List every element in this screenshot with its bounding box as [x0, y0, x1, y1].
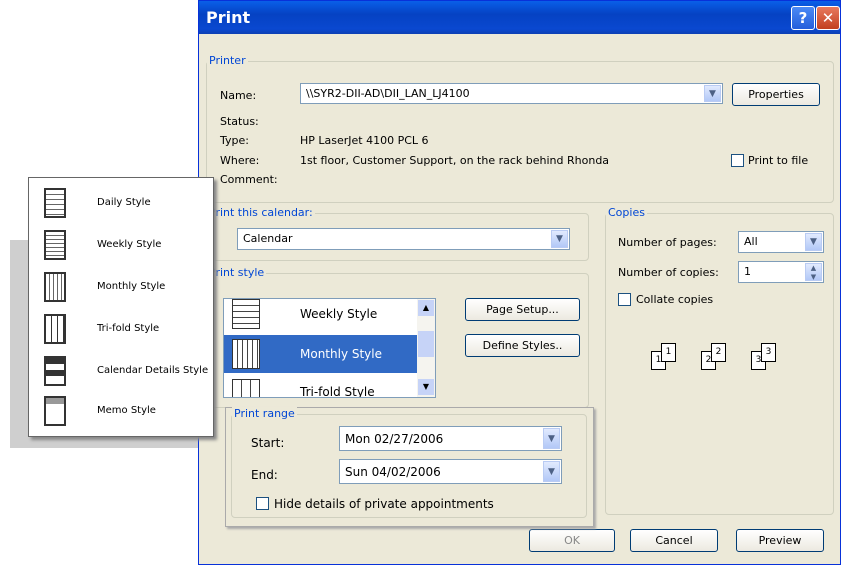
list-item-selected[interactable]: Monthly Style: [224, 335, 417, 373]
chevron-down-icon[interactable]: ▼: [551, 230, 568, 248]
chevron-down-icon[interactable]: ▼: [543, 461, 560, 482]
properties-button[interactable]: Properties: [732, 83, 820, 106]
close-icon[interactable]: ✕: [816, 6, 840, 30]
daily-style-icon: [44, 188, 66, 218]
define-styles-button[interactable]: Define Styles..: [465, 334, 580, 357]
end-label: End:: [251, 468, 278, 482]
calendar-select[interactable]: Calendar ▼: [237, 228, 570, 250]
start-label: Start:: [251, 436, 285, 450]
collate-copies-icon: 1 1 2 2 3 3: [651, 339, 791, 371]
printer-name-select[interactable]: \\SYR2-DII-AD\DII_LAN_LJ4100 ▼: [300, 83, 723, 104]
print-styles-panel: Daily Style Weekly Style Monthly Style T…: [28, 177, 214, 437]
trifold-style-icon: [44, 314, 66, 344]
chevron-down-icon[interactable]: ▼: [805, 233, 822, 251]
print-to-file-label[interactable]: Print to file: [748, 154, 808, 167]
monthly-style-icon: [232, 339, 260, 369]
style-item-daily: Daily Style: [29, 184, 213, 224]
start-date-value: Mon 02/27/2006: [345, 432, 444, 446]
hide-private-checkbox[interactable]: [256, 497, 269, 510]
calendar-value: Calendar: [243, 232, 293, 245]
page-icon: 3: [761, 343, 776, 362]
style-item-monthly: Monthly Style: [29, 268, 213, 308]
trifold-style-icon: [232, 379, 260, 397]
chevron-up-icon[interactable]: ▲: [418, 300, 434, 316]
copies-value: 1: [744, 265, 751, 278]
weekly-style-icon: [232, 299, 260, 329]
style-item-trifold: Tri-fold Style: [29, 310, 213, 350]
style-label: Memo Style: [97, 405, 156, 416]
ok-button[interactable]: OK: [529, 529, 615, 552]
pages-select[interactable]: All ▼: [738, 231, 824, 253]
copies-group: Copies Number of pages: All ▼ Number of …: [605, 206, 834, 515]
list-item[interactable]: Tri-fold Style: [224, 375, 417, 398]
comment-label: Comment:: [220, 173, 278, 186]
chevron-down-icon[interactable]: ▼: [704, 85, 721, 102]
style-label: Daily Style: [97, 197, 151, 208]
list-item-label: Weekly Style: [300, 307, 378, 321]
calendar-legend: Print this calendar:: [207, 206, 315, 219]
print-range-panel: Print range Start: Mon 02/27/2006 ▼ End:…: [225, 407, 594, 527]
weekly-style-icon: [44, 230, 66, 260]
collate-checkbox[interactable]: [618, 293, 631, 306]
printer-name-value: \\SYR2-DII-AD\DII_LAN_LJ4100: [306, 87, 470, 100]
where-value: 1st floor, Customer Support, on the rack…: [300, 154, 610, 167]
printer-group: Printer Name: \\SYR2-DII-AD\DII_LAN_LJ41…: [206, 54, 834, 203]
list-item-label: Tri-fold Style: [300, 385, 375, 398]
dialog-title: Print: [206, 8, 251, 27]
print-style-listbox[interactable]: Weekly Style Monthly Style Tri-fold Styl…: [223, 298, 436, 398]
title-bar[interactable]: Print ? ✕: [199, 1, 840, 34]
copies-label: Number of copies:: [618, 266, 719, 279]
style-label: Monthly Style: [97, 281, 166, 292]
style-item-calendar-details: Calendar Details Style: [29, 352, 213, 392]
end-date-select[interactable]: Sun 04/02/2006 ▼: [339, 459, 562, 484]
pages-label: Number of pages:: [618, 236, 717, 249]
style-item-weekly: Weekly Style: [29, 226, 213, 266]
listbox-scrollbar[interactable]: ▲ ▼: [417, 299, 435, 397]
copies-stepper[interactable]: 1 ▲ ▼: [738, 261, 824, 283]
scrollbar-thumb[interactable]: [418, 331, 434, 357]
preview-button[interactable]: Preview: [736, 529, 824, 552]
copies-legend: Copies: [606, 206, 647, 219]
calendar-details-style-icon: [44, 356, 66, 386]
type-value: HP LaserJet 4100 PCL 6: [300, 134, 429, 147]
memo-style-icon: [44, 396, 66, 426]
page-setup-button[interactable]: Page Setup...: [465, 298, 580, 321]
print-style-legend: Print style: [207, 266, 267, 279]
print-range-group: Print range Start: Mon 02/27/2006 ▼ End:…: [231, 407, 587, 518]
monthly-style-icon: [44, 272, 66, 302]
calendar-group: Print this calendar: Calendar ▼: [206, 206, 589, 261]
end-date-value: Sun 04/02/2006: [345, 465, 441, 479]
style-label: Tri-fold Style: [97, 323, 160, 334]
page-icon: 2: [711, 343, 726, 362]
type-label: Type:: [220, 134, 249, 147]
status-label: Status:: [220, 115, 259, 128]
chevron-down-icon[interactable]: ▼: [418, 379, 434, 395]
hide-private-label[interactable]: Hide details of private appointments: [274, 497, 494, 511]
list-item-label: Monthly Style: [300, 347, 383, 361]
list-item[interactable]: Weekly Style: [224, 299, 417, 333]
style-label: Weekly Style: [97, 239, 162, 250]
help-icon[interactable]: ?: [791, 6, 815, 30]
print-range-legend: Print range: [232, 407, 297, 420]
spinner-icon[interactable]: ▲ ▼: [805, 263, 822, 281]
print-to-file-checkbox[interactable]: [731, 154, 744, 167]
style-label: Calendar Details Style: [97, 365, 209, 376]
name-label: Name:: [220, 89, 257, 102]
cancel-button[interactable]: Cancel: [630, 529, 718, 552]
chevron-down-icon[interactable]: ▼: [543, 428, 560, 449]
style-item-memo: Memo Style: [29, 392, 213, 432]
where-label: Where:: [220, 154, 260, 167]
pages-value: All: [744, 235, 758, 248]
printer-legend: Printer: [207, 54, 248, 67]
collate-label[interactable]: Collate copies: [636, 293, 713, 306]
page-icon: 1: [661, 343, 676, 362]
start-date-select[interactable]: Mon 02/27/2006 ▼: [339, 426, 562, 451]
